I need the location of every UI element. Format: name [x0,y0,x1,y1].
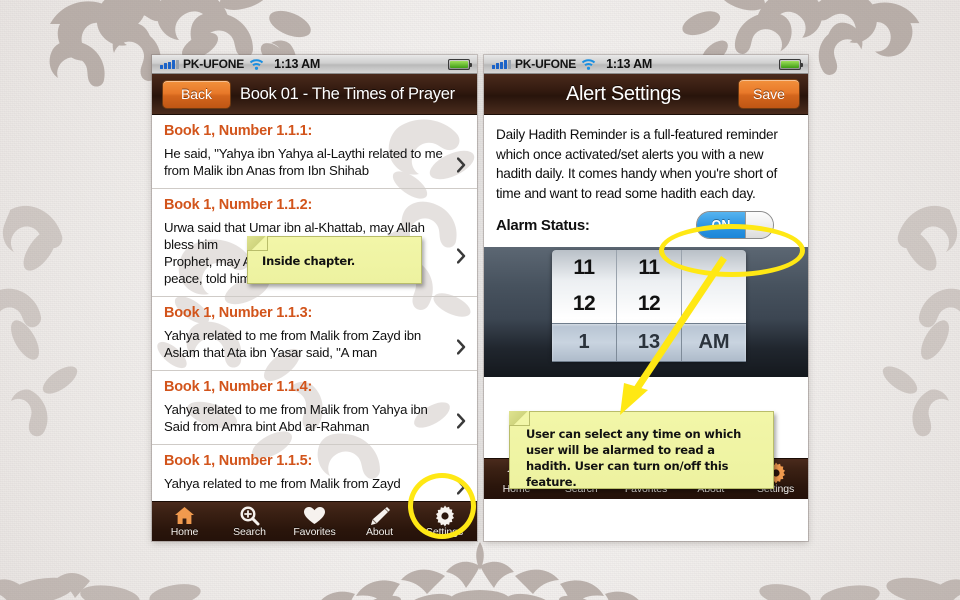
list-item-heading: Book 1, Number 1.1.1: [152,115,477,142]
back-button[interactable]: Back [162,79,231,109]
tab-favorites[interactable]: Favorites [282,502,347,538]
heading-text: Book 1, Number 1.1.2: [164,197,313,213]
list-item-body[interactable]: Yahya related to me from Malik from Yahy… [152,398,477,445]
tab-label: About [366,526,393,538]
damask-ornament-left [0,150,170,480]
carrier-label: PK-UFONE [515,57,577,71]
list-item-heading: Book 1, Number 1.1.2: [152,189,477,216]
chevron-right-icon [457,339,466,355]
wifi-icon [249,58,264,70]
tab-home[interactable]: Home [152,502,217,538]
save-button[interactable]: Save [738,79,800,109]
body-text: Yahya related to me from Malik from Zayd… [164,328,422,360]
tab-label: Search [233,526,266,538]
nav-bar-right: Alert Settings Save [484,74,808,115]
page-title: Alert Settings [566,82,681,105]
pencil-icon [369,505,391,526]
body-text: He said, "Yahya ibn Yahya al-Laythi rela… [164,146,443,178]
tab-label: Favorites [293,526,336,538]
wifi-icon [581,58,596,70]
list-rows: Book 1, Number 1.1.1: He said, "Yahya ib… [152,115,477,501]
heading-text: Book 1, Number 1.1.1: [164,123,313,139]
damask-ornament-bottom-center [280,540,680,600]
list-item-body[interactable]: Yahya related to me from Malik from Zayd… [152,324,477,371]
status-time: 1:13 AM [274,57,321,71]
damask-ornament-bottom-left [0,545,230,600]
list-item-heading: Book 1, Number 1.1.5: [152,445,477,472]
list-item-heading: Book 1, Number 1.1.3: [152,297,477,324]
tab-about[interactable]: About [347,502,412,538]
annotation-note-inside-chapter: Inside chapter. [247,236,422,284]
annotation-arrow [620,256,727,415]
page-title: Book 01 - The Times of Prayer [240,84,455,103]
signal-bars-icon [492,59,511,69]
battery-icon [448,59,472,70]
tab-label: Home [170,526,199,538]
home-icon [174,505,195,526]
body-text: Yahya related to me from Malik from Zayd [164,476,401,491]
heading-text: Book 1, Number 1.1.3: [164,305,313,321]
chevron-right-icon [457,248,466,264]
damask-ornament-right [790,150,960,480]
battery-icon [779,59,803,70]
highlight-ellipse-toggle [659,224,805,277]
description-text: Daily Hadith Reminder is a full-featured… [496,127,778,201]
chevron-right-icon [457,157,466,173]
damask-ornament-bottom-right [730,545,960,600]
search-icon [239,505,260,526]
heading-text: Book 1, Number 1.1.4: [164,379,313,395]
alarm-status-label: Alarm Status: [496,216,590,234]
signal-bars-icon [160,59,179,69]
phone-screen-left: PK-UFONE 1:13 AM Back Book 01 - The Time… [152,55,477,541]
status-bar-left: PK-UFONE 1:13 AM [152,55,477,74]
body-text: Yahya related to me from Malik from Yahy… [164,402,428,434]
description-block: Daily Hadith Reminder is a full-featured… [484,115,808,207]
heart-icon [303,505,326,526]
list-item-heading: Book 1, Number 1.1.4: [152,371,477,398]
tab-search[interactable]: Search [217,502,282,538]
status-bar-right: PK-UFONE 1:13 AM [484,55,808,74]
list-item-body[interactable]: He said, "Yahya ibn Yahya al-Laythi rela… [152,142,477,189]
note-text: Inside chapter. [262,254,355,268]
list-item[interactable]: Book 1, Number 1.1.3: Yahya related to m… [152,297,477,371]
highlight-ellipse-settings [408,473,476,539]
chevron-right-icon [457,413,466,429]
status-time: 1:13 AM [606,57,653,71]
list-item[interactable]: Book 1, Number 1.1.4: Yahya related to m… [152,371,477,445]
list-item[interactable]: Book 1, Number 1.1.1: He said, "Yahya ib… [152,115,477,189]
carrier-label: PK-UFONE [183,57,245,71]
heading-text: Book 1, Number 1.1.5: [164,453,313,469]
note-fold-corner [247,236,268,251]
hadith-list[interactable]: Book 1, Number 1.1.1: He said, "Yahya ib… [152,115,477,501]
nav-bar-left: Back Book 01 - The Times of Prayer [152,74,477,115]
